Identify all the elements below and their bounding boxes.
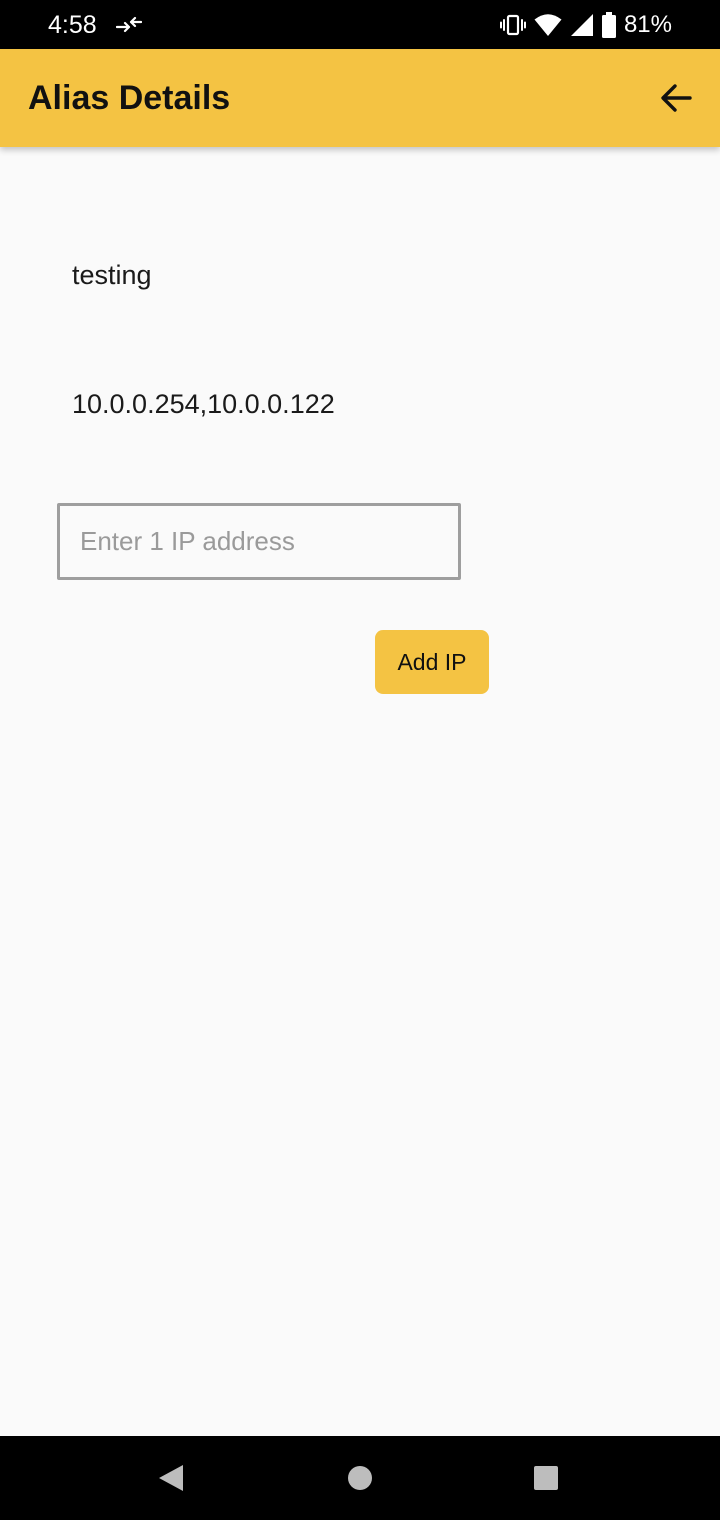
status-bar: 4:58 81% [0,0,720,49]
cell-signal-icon [570,14,593,36]
vibrate-icon [499,14,526,36]
app-bar: Alias Details [0,49,720,147]
nav-back-icon[interactable] [158,1464,184,1492]
nav-recents-icon[interactable] [533,1465,559,1491]
add-ip-button[interactable]: Add IP [375,630,489,694]
data-transfer-icon [116,16,142,33]
status-time: 4:58 [48,11,97,39]
page-title: Alias Details [28,79,231,117]
alias-ip-list: 10.0.0.254,10.0.0.122 [72,389,335,419]
alias-name: testing [72,260,152,290]
navigation-bar [0,1436,720,1520]
wifi-icon [534,14,562,36]
arrow-left-icon [661,84,692,112]
battery-percent: 81% [623,11,672,38]
screen: 4:58 81% Alias Details testing 10.0.0.25… [0,0,720,1520]
status-icons: 81% [499,10,672,40]
battery-icon [601,12,616,38]
ip-address-input[interactable] [57,503,461,580]
back-button[interactable] [654,76,698,120]
nav-home-icon[interactable] [347,1465,373,1491]
